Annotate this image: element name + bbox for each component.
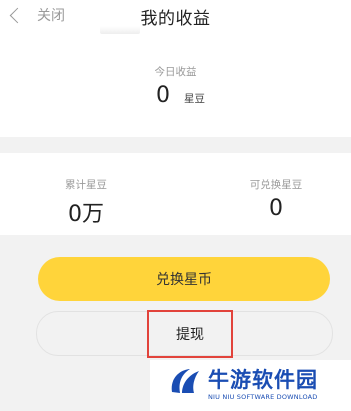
watermark: 牛游软件园 NIU NIU SOFTWARE DOWNLOAD [150,360,351,411]
total-beans-value: 0万 [68,202,104,227]
withdraw-label: 提现 [176,327,204,343]
total-beans-stat: 累计星豆 0万 [6,153,166,228]
nav-bar: 关闭 我的收益 [0,0,351,34]
watermark-name: 牛游软件园 [208,368,318,392]
beans-stats-card: 累计星豆 0万 可兑换星豆 0 [0,153,351,235]
page-title: 我的收益 [140,9,211,29]
watermark-subtitle: NIU NIU SOFTWARE DOWNLOAD [208,393,318,401]
exchange-coins-button[interactable]: 兑换星币 [38,257,330,301]
withdraw-highlight-box[interactable]: 提现 [147,310,233,358]
today-earnings-row: 0 星豆 [0,83,351,109]
today-earnings-value: 0 [156,83,170,108]
total-beans-label: 累计星豆 [65,179,107,191]
exchangeable-beans-stat: 可兑换星豆 0 [196,153,351,221]
header-shadow [100,26,140,34]
today-earnings-unit: 星豆 [184,93,205,105]
watermark-logo-icon [171,369,199,393]
exchangeable-beans-value: 0 [269,196,283,221]
exchangeable-beans-label: 可兑换星豆 [249,179,303,191]
today-earnings-label: 今日收益 [154,66,197,78]
today-earnings-card: 今日收益 0 星豆 [0,34,351,137]
